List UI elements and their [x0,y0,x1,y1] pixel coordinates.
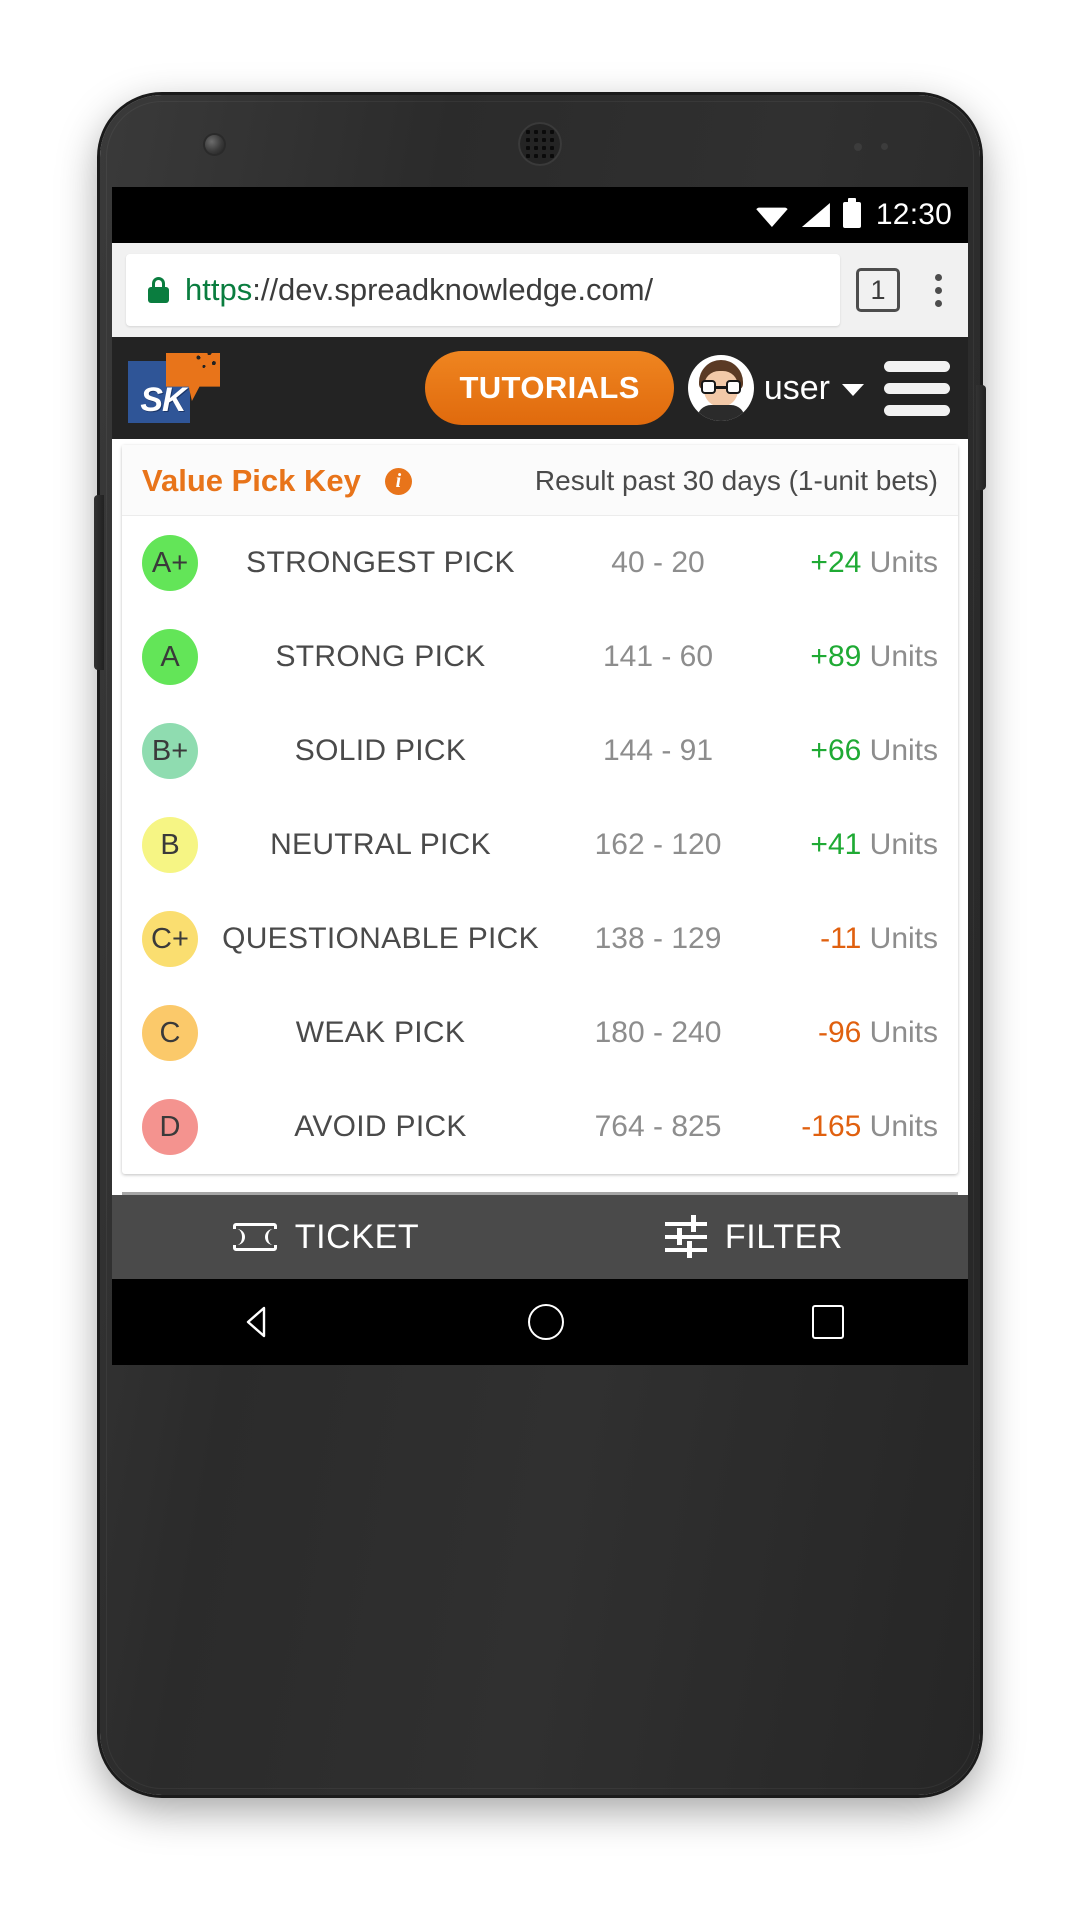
pick-record: 138 - 129 [594,922,722,955]
tutorials-button[interactable]: TUTORIALS [425,351,674,425]
recents-icon[interactable] [812,1305,844,1339]
pick-label: STRONG PICK [275,640,486,673]
user-menu[interactable]: user [687,355,864,421]
grade-badge: B+ [142,723,198,779]
phone-screen: 12:30 https://dev.spreadknowledge.com/ 1… [112,187,968,1365]
filter-sliders-icon [664,1215,707,1258]
phone-device-frame: 12:30 https://dev.spreadknowledge.com/ 1… [94,95,986,1795]
url-scheme: https [185,272,253,307]
browser-toolbar: https://dev.spreadknowledge.com/ 1 [112,243,968,337]
home-icon[interactable] [528,1304,564,1340]
earpiece-speaker-icon [518,122,562,166]
info-icon[interactable]: i [384,467,412,495]
grade-badge: C [142,1005,198,1061]
value-pick-key-header: Value Pick Key i Result past 30 days (1-… [122,445,958,516]
pick-units: +66 Units [810,734,938,767]
table-row: A+ STRONGEST PICK 40 - 20 +24 Units [122,516,958,610]
page-title: Value Pick Key [142,463,361,498]
filter-label: FILTER [724,1217,844,1256]
spreadknowledge-logo[interactable]: SK [128,351,220,423]
power-button[interactable] [976,385,986,490]
volume-button[interactable] [94,495,104,670]
android-nav-bar [112,1279,968,1365]
ticket-label: TICKET [294,1217,420,1256]
overflow-menu-icon[interactable] [916,266,960,314]
android-status-bar: 12:30 [112,187,968,243]
pick-units: -11 Units [820,922,938,955]
pick-record: 141 - 60 [602,640,714,673]
table-row: C WEAK PICK 180 - 240 -96 Units [122,986,958,1080]
filter-button[interactable]: FILTER [540,1215,968,1258]
pick-units: +41 Units [810,828,938,861]
pick-label: AVOID PICK [294,1110,467,1143]
battery-icon [842,198,861,228]
table-row: C+ QUESTIONABLE PICK 138 - 129 -11 Units [122,892,958,986]
value-pick-key-card: Value Pick Key i Result past 30 days (1-… [122,445,958,1174]
back-icon[interactable] [236,1300,280,1344]
status-bar-clock: 12:30 [875,198,952,231]
pick-label: QUESTIONABLE PICK [222,922,539,955]
grade-badge: A [142,629,198,685]
pick-units: -165 Units [801,1110,938,1143]
pick-units: -96 Units [817,1016,938,1049]
pick-units: +24 Units [810,546,938,579]
url-text: https://dev.spreadknowledge.com/ [185,272,653,308]
ticket-icon [232,1223,277,1251]
url-rest: ://dev.spreadknowledge.com/ [252,272,654,307]
pick-label: WEAK PICK [295,1016,466,1049]
site-header: SK TUTORIALS user [112,337,968,439]
bottom-app-bar: TICKET FILTER [112,1195,968,1279]
cell-signal-icon [801,203,830,227]
chevron-down-icon [842,384,864,396]
logo-text: SK [140,381,186,419]
grade-badge: B [142,817,198,873]
front-camera-icon [205,135,224,154]
light-sensor-icon [881,143,888,150]
pick-label: NEUTRAL PICK [270,828,491,861]
proximity-sensor-icon [854,143,862,151]
pick-record: 764 - 825 [594,1110,722,1143]
address-bar[interactable]: https://dev.spreadknowledge.com/ [126,254,840,326]
table-row: A STRONG PICK 141 - 60 +89 Units [122,610,958,704]
table-row: B+ SOLID PICK 144 - 91 +66 Units [122,704,958,798]
pick-label: STRONGEST PICK [246,546,515,579]
grade-badge: A+ [142,535,198,591]
table-row: D AVOID PICK 764 - 825 -165 Units [122,1080,958,1174]
pick-record: 144 - 91 [602,734,714,767]
pick-record: 40 - 20 [611,546,705,579]
lock-icon [148,277,169,303]
grade-badge: D [142,1099,198,1155]
value-pick-key-subtitle: Result past 30 days (1-unit bets) [534,465,938,496]
ticket-button[interactable]: TICKET [112,1218,540,1257]
tab-switcher-button[interactable]: 1 [856,268,900,312]
pick-units: +89 Units [810,640,938,673]
user-name-label: user [763,368,830,407]
wifi-icon [754,203,789,227]
pick-record: 180 - 240 [594,1016,722,1049]
pick-record: 162 - 120 [594,828,722,861]
avatar [687,355,754,421]
pick-label: SOLID PICK [294,734,467,767]
table-row: B NEUTRAL PICK 162 - 120 +41 Units [122,798,958,892]
hamburger-icon[interactable] [884,360,950,416]
grade-badge: C+ [142,911,198,967]
